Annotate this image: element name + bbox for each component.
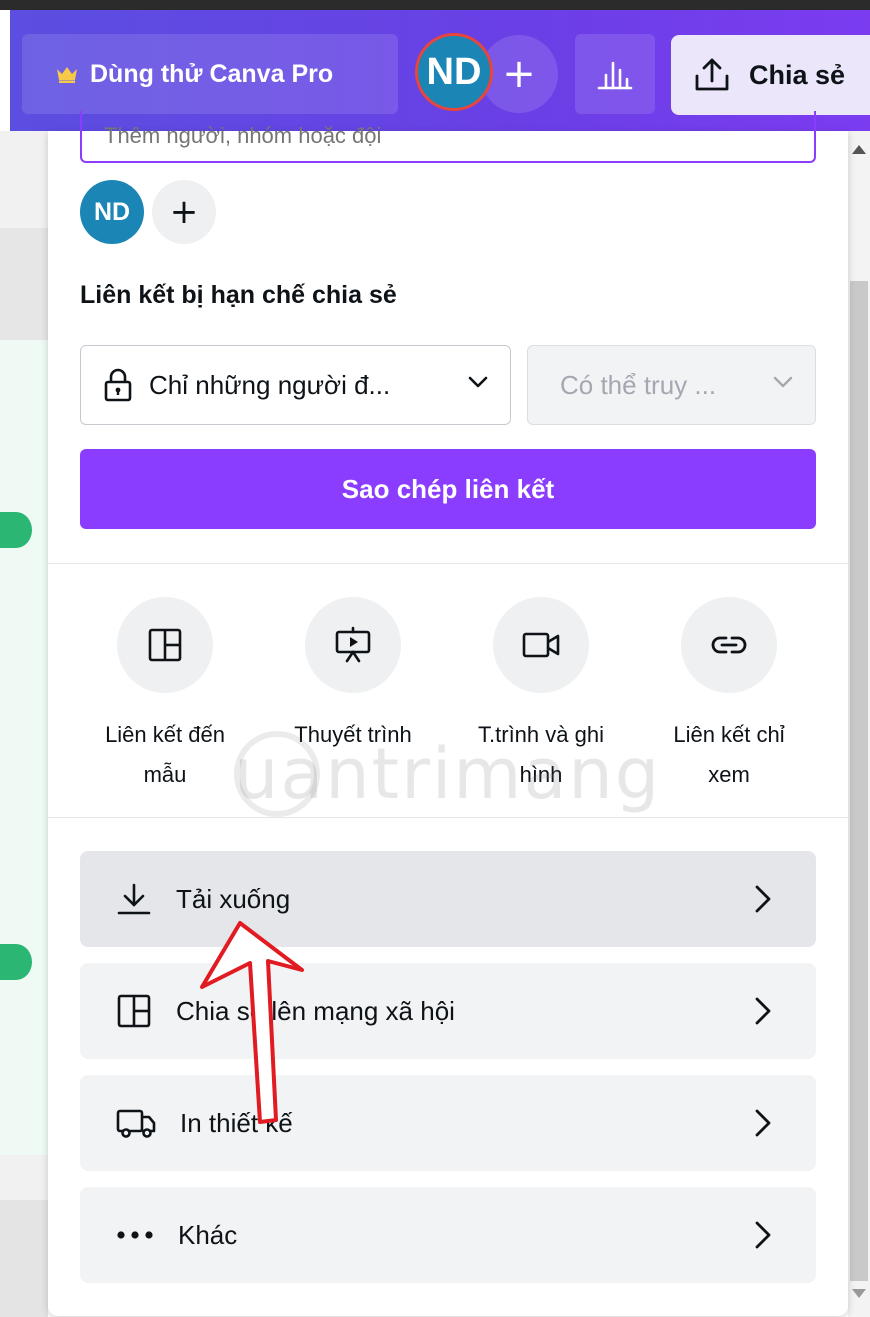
- option-label: Liên kết chỉ xem: [673, 715, 784, 795]
- chevron-down-icon: [773, 376, 793, 388]
- window-top-border: [0, 0, 870, 10]
- chevron-right-icon: [755, 1221, 771, 1249]
- option-view-only-link[interactable]: Liên kết chỉ xem: [654, 597, 804, 795]
- truck-icon: [116, 1109, 156, 1138]
- layout-icon: [117, 994, 151, 1028]
- link-icon: [711, 636, 747, 654]
- video-camera-icon: [522, 632, 560, 658]
- member-avatar[interactable]: ND: [80, 180, 144, 244]
- chevron-right-icon: [755, 1109, 771, 1137]
- user-avatar[interactable]: ND: [415, 33, 493, 111]
- plus-icon: +: [502, 51, 536, 97]
- scrollbar-thumb[interactable]: [850, 281, 868, 1281]
- bar-chart-icon: [597, 61, 633, 90]
- link-access-select[interactable]: Chỉ những người đ...: [80, 345, 511, 425]
- option-label-line: Thuyết trình: [294, 722, 412, 747]
- download-label: Tải xuống: [176, 883, 291, 914]
- option-label: Thuyết trình: [294, 715, 411, 755]
- chevron-right-icon: [755, 997, 771, 1025]
- share-social-row[interactable]: Chia sẻ lên mạng xã hội: [80, 963, 816, 1059]
- share-social-label: Chia sẻ lên mạng xã hội: [176, 995, 455, 1026]
- presentation-icon: [335, 626, 371, 663]
- print-design-label: In thiết kế: [180, 1107, 293, 1138]
- option-present[interactable]: Thuyết trình: [278, 597, 428, 755]
- chevron-down-icon: [468, 376, 488, 388]
- try-canva-pro-label: Dùng thử Canva Pro: [90, 59, 334, 88]
- avatar-initials: ND: [426, 50, 482, 93]
- option-label-line: Liên kết chỉ: [673, 722, 785, 747]
- section-divider: [48, 563, 848, 564]
- download-icon: [117, 883, 151, 915]
- canvas-page-gray: [0, 228, 48, 340]
- crown-icon: [57, 67, 77, 83]
- more-horizontal-icon: [117, 1231, 153, 1239]
- add-member-button[interactable]: +: [152, 180, 216, 244]
- share-panel: ND + Liên kết bị hạn chế chia sẻ Chỉ nhữ…: [48, 111, 848, 1316]
- option-label-line: xem: [708, 762, 750, 787]
- option-label-line: hình: [519, 762, 563, 787]
- more-row[interactable]: Khác: [80, 1187, 816, 1283]
- more-label: Khác: [178, 1219, 238, 1250]
- share-button[interactable]: Chia sẻ: [671, 35, 870, 115]
- option-label-line: mẫu: [143, 762, 187, 787]
- link-access-value: Chỉ những người đ...: [149, 369, 391, 400]
- permission-select[interactable]: Có thể truy ...: [527, 345, 816, 425]
- template-link-circle[interactable]: [117, 597, 213, 693]
- insights-button[interactable]: [575, 34, 655, 114]
- option-label: Liên kết đến mẫu: [105, 715, 225, 795]
- add-people-input[interactable]: [80, 111, 816, 163]
- section-divider: [48, 817, 848, 818]
- print-design-row[interactable]: In thiết kế: [80, 1075, 816, 1171]
- layout-icon: [148, 628, 182, 662]
- permission-value: Có thể truy ...: [560, 369, 717, 400]
- option-label-line: T.trình và ghi: [478, 722, 604, 747]
- view-only-link-circle[interactable]: [681, 597, 777, 693]
- canvas-green-shape: [0, 512, 32, 548]
- copy-link-label: Sao chép liên kết: [341, 473, 555, 504]
- option-label: T.trình và ghi hình: [478, 715, 604, 795]
- option-template-link[interactable]: Liên kết đến mẫu: [90, 597, 240, 795]
- scroll-down-arrow-icon[interactable]: [852, 1289, 866, 1298]
- chevron-right-icon: [755, 885, 771, 913]
- link-access-title: Liên kết bị hạn chế chia sẻ: [80, 281, 397, 309]
- present-circle[interactable]: [305, 597, 401, 693]
- page-scrollbar[interactable]: [848, 131, 870, 1317]
- member-avatar-initials: ND: [93, 197, 131, 226]
- copy-link-button[interactable]: Sao chép liên kết: [80, 449, 816, 529]
- lock-icon: [104, 368, 132, 402]
- scroll-up-arrow-icon[interactable]: [852, 145, 866, 154]
- option-present-record[interactable]: T.trình và ghi hình: [466, 597, 616, 795]
- share-label: Chia sẻ: [749, 59, 846, 90]
- canvas-green-shape: [0, 944, 32, 980]
- option-label-line: Liên kết đến: [105, 722, 225, 747]
- canvas-page-mint: [0, 340, 48, 1155]
- present-record-circle[interactable]: [493, 597, 589, 693]
- download-row[interactable]: Tải xuống: [80, 851, 816, 947]
- canvas-page-gray-bottom: [0, 1200, 48, 1317]
- upload-icon: [695, 58, 729, 91]
- try-canva-pro-button[interactable]: Dùng thử Canva Pro: [22, 34, 398, 114]
- plus-icon: +: [169, 192, 199, 232]
